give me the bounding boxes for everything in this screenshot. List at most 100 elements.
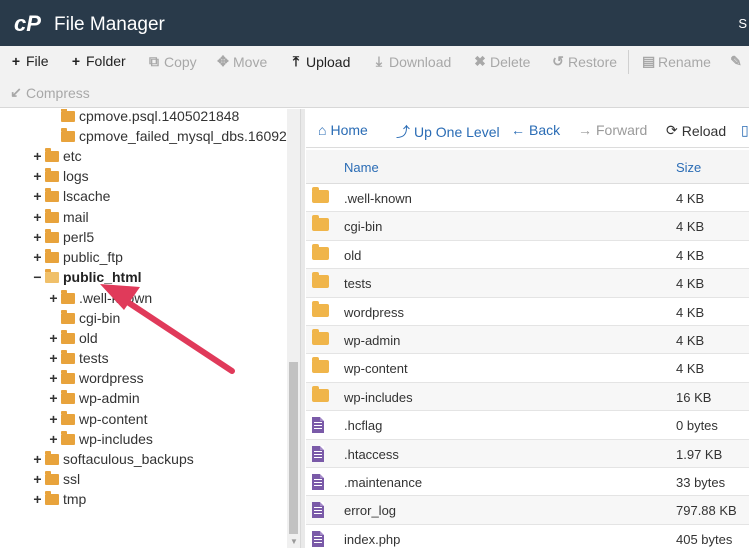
file-name[interactable]: wp-content <box>344 361 408 376</box>
tree-item-softaculous-backups[interactable]: + softaculous_backups <box>32 449 194 469</box>
expand-icon[interactable]: + <box>32 188 43 204</box>
header-user[interactable]: S <box>738 16 747 31</box>
expand-icon[interactable]: + <box>48 370 59 386</box>
edit-icon: ✎ <box>730 53 742 69</box>
nav-reload-button[interactable]: ⟳ Reload <box>666 122 726 139</box>
expand-icon[interactable]: + <box>32 451 43 467</box>
tree-scroll-down-icon[interactable]: ▼ <box>290 537 298 546</box>
collapse-icon[interactable]: − <box>32 269 43 285</box>
edit-button[interactable]: ✎ <box>730 53 746 70</box>
file-name[interactable]: old <box>344 248 361 263</box>
directory-tree: cpmove.psql.1405021848 cpmove_failed_mysq… <box>0 109 300 548</box>
tree-item-etc[interactable]: + etc <box>32 146 82 166</box>
home-icon: ⌂ <box>318 122 327 138</box>
table-row[interactable]: cgi-bin 4 KB <box>306 212 749 241</box>
delete-button[interactable]: ✖ Delete <box>474 53 530 70</box>
expand-icon[interactable]: + <box>48 290 59 306</box>
tree-item-tmp[interactable]: + tmp <box>32 489 86 509</box>
file-name[interactable]: wordpress <box>344 305 404 320</box>
table-row[interactable]: wp-admin 4 KB <box>306 326 749 355</box>
file-name[interactable]: .maintenance <box>344 475 422 490</box>
tree-item-cgi-bin[interactable]: cgi-bin <box>48 308 120 328</box>
reload-icon: ⟳ <box>666 122 678 138</box>
tree-item-wp-admin[interactable]: + wp-admin <box>48 388 140 408</box>
table-row[interactable]: wp-content 4 KB <box>306 354 749 383</box>
tree-item-logs[interactable]: + logs <box>32 166 89 186</box>
file-name[interactable]: tests <box>344 276 371 291</box>
tree-item-cpmove-psql-1405021848[interactable]: cpmove.psql.1405021848 <box>48 109 239 126</box>
tree-item-label: wp-includes <box>79 431 153 447</box>
nav-forward-button[interactable]: → Forward <box>578 122 647 138</box>
nav-home-button[interactable]: ⌂ Home <box>318 122 368 138</box>
file-button[interactable]: + File <box>10 53 49 69</box>
file-name[interactable]: error_log <box>344 503 396 518</box>
tree-item-well-known[interactable]: + .well-known <box>48 288 152 308</box>
move-button[interactable]: ✥ Move <box>217 53 267 70</box>
tree-item-wp-content[interactable]: + wp-content <box>48 409 147 429</box>
expand-icon[interactable]: + <box>32 229 43 245</box>
expand-icon[interactable]: + <box>48 431 59 447</box>
file-name[interactable]: wp-includes <box>344 390 413 405</box>
file-name[interactable]: index.php <box>344 532 400 547</box>
column-header-size[interactable]: Size <box>676 160 701 175</box>
tree-item-old[interactable]: + old <box>48 328 98 348</box>
copy-button[interactable]: ⧉ Copy <box>148 53 197 70</box>
expand-icon[interactable]: + <box>48 390 59 406</box>
compress-button[interactable]: ↙ Compress <box>10 84 90 101</box>
rename-button[interactable]: ▤ Rename <box>642 53 711 70</box>
table-row[interactable]: error_log 797.88 KB <box>306 496 749 525</box>
expand-icon[interactable]: + <box>48 330 59 346</box>
expand-icon[interactable]: + <box>32 148 43 164</box>
tree-item-perl5[interactable]: + perl5 <box>32 227 94 247</box>
table-row[interactable]: .maintenance 33 bytes <box>306 468 749 497</box>
nav-more-button[interactable]: ▯ <box>741 122 749 139</box>
file-name[interactable]: .well-known <box>344 191 412 206</box>
expand-icon[interactable]: + <box>32 168 43 184</box>
table-row[interactable]: .hcflag 0 bytes <box>306 411 749 440</box>
tree-scrollbar-thumb[interactable] <box>289 362 298 534</box>
folder-icon <box>45 490 59 505</box>
expand-icon[interactable]: + <box>32 209 43 225</box>
tree-item-public-html[interactable]: − public_html <box>32 267 142 287</box>
tree-item-wp-includes[interactable]: + wp-includes <box>48 429 153 449</box>
restore-icon: ↺ <box>552 53 564 69</box>
file-table: Name Size .well-known 4 KB cgi-bin 4 KB old 4… <box>306 150 749 548</box>
folder-open-icon <box>45 268 59 283</box>
table-row[interactable]: tests 4 KB <box>306 269 749 298</box>
column-header-name[interactable]: Name <box>344 160 379 175</box>
file-name[interactable]: .hcflag <box>344 418 382 433</box>
expand-icon[interactable]: + <box>48 350 59 366</box>
table-row[interactable]: .htaccess 1.97 KB <box>306 439 749 468</box>
tree-item-wordpress[interactable]: + wordpress <box>48 368 144 388</box>
nav-back-button[interactable]: ← Back <box>511 122 560 138</box>
tree-item-mail[interactable]: + mail <box>32 207 89 227</box>
panel-divider[interactable] <box>300 109 305 548</box>
expand-icon[interactable]: + <box>32 249 43 265</box>
toolbar-separator <box>628 50 629 74</box>
expand-icon[interactable]: + <box>48 411 59 427</box>
file-icon <box>312 445 324 462</box>
folder-button[interactable]: + Folder <box>70 53 126 69</box>
file-name[interactable]: .htaccess <box>344 447 399 462</box>
tree-item-public-ftp[interactable]: + public_ftp <box>32 247 123 267</box>
folder-icon <box>61 349 75 364</box>
tree-item-label: cpmove.psql.1405021848 <box>79 109 240 124</box>
nav-up-button[interactable]: ⤴ Up One Level <box>396 122 500 142</box>
file-name[interactable]: cgi-bin <box>344 219 382 234</box>
folder-icon <box>45 208 59 223</box>
table-row[interactable]: index.php 405 bytes <box>306 525 749 548</box>
expand-icon[interactable]: + <box>32 491 43 507</box>
tree-item-cpmove-failed-mysql-dbs-1609252226[interactable]: cpmove_failed_mysql_dbs.1609252226 <box>48 126 300 146</box>
table-row[interactable]: wordpress 4 KB <box>306 298 749 326</box>
expand-icon[interactable]: + <box>32 471 43 487</box>
restore-button[interactable]: ↺ Restore <box>552 53 617 70</box>
table-row[interactable]: old 4 KB <box>306 241 749 270</box>
table-row[interactable]: wp-includes 16 KB <box>306 382 749 412</box>
tree-item-lscache[interactable]: + lscache <box>32 186 110 206</box>
tree-item-ssl[interactable]: + ssl <box>32 469 80 489</box>
upload-button[interactable]: ⤒ Upload <box>290 53 350 70</box>
tree-item-tests[interactable]: + tests <box>48 348 109 368</box>
table-row[interactable]: .well-known 4 KB <box>306 184 749 213</box>
file-name[interactable]: wp-admin <box>344 333 400 348</box>
download-button[interactable]: ⤓ Download <box>373 53 451 70</box>
